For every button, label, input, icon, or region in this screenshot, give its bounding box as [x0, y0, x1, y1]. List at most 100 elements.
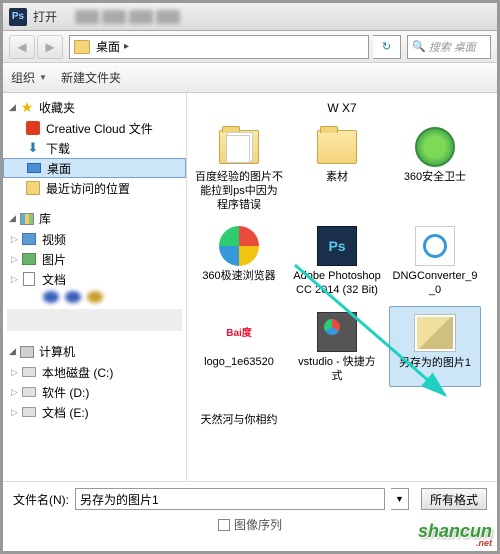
library-icon: [20, 213, 34, 225]
desktop-icon: [27, 163, 41, 173]
expand-icon: ▷: [11, 274, 21, 285]
sidebar-item-drive-e[interactable]: ▷ 文档 (E:): [3, 402, 186, 422]
app-icon: [219, 226, 259, 266]
app-icon: [415, 226, 455, 266]
search-icon: 🔍: [412, 40, 426, 53]
sidebar-item-label: 文档 (E:): [42, 404, 89, 421]
favorites-label: 收藏夹: [39, 99, 75, 116]
folder-icon: [219, 130, 259, 164]
sidebar-item-label: 最近访问的位置: [46, 180, 130, 197]
file-label: 百度经验的图片不能拉到ps中因为程序错误: [195, 171, 283, 212]
expand-icon: ▷: [11, 387, 21, 398]
expand-icon: ▷: [11, 367, 21, 378]
photoshop-icon: Ps: [9, 8, 27, 26]
forward-button[interactable]: ▶: [37, 35, 63, 59]
organize-button[interactable]: 组织 ▼: [11, 69, 47, 86]
sidebar-item-drive-d[interactable]: ▷ 软件 (D:): [3, 382, 186, 402]
computer-icon: [20, 346, 34, 358]
file-item[interactable]: 360极速浏览器: [193, 220, 285, 302]
sidebar-item-creative-cloud[interactable]: Creative Cloud 文件: [3, 118, 186, 138]
sequence-label: 图像序列: [234, 516, 282, 533]
sidebar-item-label: 视频: [42, 231, 66, 248]
creative-cloud-icon: [26, 121, 40, 135]
file-label: 另存为的图片1: [399, 357, 471, 371]
star-icon: ★: [19, 100, 35, 116]
collapse-icon: ◢: [9, 213, 19, 224]
app-icon: [317, 312, 357, 352]
sidebar-item-label: 图片: [42, 251, 66, 268]
filename-value: 另存为的图片1: [80, 491, 159, 508]
collapse-icon: ◢: [9, 346, 19, 357]
file-label: DNGConverter_9_0: [391, 270, 479, 298]
filter-dropdown[interactable]: 所有格式: [421, 488, 487, 510]
chevron-right-icon: ▸: [124, 41, 129, 52]
new-folder-label: 新建文件夹: [61, 69, 121, 86]
expand-icon: ▷: [11, 254, 21, 265]
sidebar-item-recent[interactable]: 最近访问的位置: [3, 178, 186, 198]
recent-icon: [26, 181, 40, 195]
blurred-region: [156, 10, 180, 24]
file-item[interactable]: DNGConverter_9_0: [389, 220, 481, 302]
blurred-region: [65, 291, 81, 303]
breadcrumb-location: 桌面: [96, 38, 120, 55]
file-label: logo_1e63520: [204, 356, 274, 370]
file-item-selected[interactable]: 另存为的图片1: [389, 306, 481, 388]
disk-icon: [22, 387, 36, 397]
chevron-down-icon: ▼: [39, 73, 47, 82]
sidebar-item-documents[interactable]: ▷ 文档: [3, 269, 186, 289]
disk-icon: [22, 367, 36, 377]
image-icon: Bai度: [217, 318, 261, 346]
sidebar-item-drive-c[interactable]: ▷ 本地磁盘 (C:): [3, 362, 186, 382]
sidebar-item-pictures[interactable]: ▷ 图片: [3, 249, 186, 269]
favorites-header[interactable]: ◢ ★ 收藏夹: [3, 97, 186, 118]
breadcrumb[interactable]: 桌面 ▸: [69, 35, 369, 59]
photoshop-icon: Ps: [317, 226, 357, 266]
toolbar: 组织 ▼ 新建文件夹: [3, 63, 497, 93]
sidebar: ◢ ★ 收藏夹 Creative Cloud 文件 ⬇ 下载 桌面: [3, 93, 187, 481]
file-label: Adobe Photoshop CC 2014 (32 Bit): [293, 270, 381, 298]
blurred-region: [7, 309, 182, 331]
sidebar-item-videos[interactable]: ▷ 视频: [3, 229, 186, 249]
sidebar-item-label: 软件 (D:): [42, 384, 89, 401]
folder-icon: [74, 40, 90, 54]
filename-input[interactable]: 另存为的图片1: [75, 488, 385, 510]
expand-icon: ▷: [11, 234, 21, 245]
filename-dropdown[interactable]: ▼: [391, 488, 409, 510]
sidebar-item-label: Creative Cloud 文件: [46, 120, 153, 137]
new-folder-button[interactable]: 新建文件夹: [61, 69, 121, 86]
file-item[interactable]: 天然河与你相约: [193, 391, 285, 451]
header-text: W X7: [193, 101, 491, 115]
file-item[interactable]: Ps Adobe Photoshop CC 2014 (32 Bit): [291, 220, 383, 302]
file-item[interactable]: 百度经验的图片不能拉到ps中因为程序错误: [193, 121, 285, 216]
file-item[interactable]: 360安全卫士: [389, 121, 481, 216]
file-label: 360极速浏览器: [202, 270, 275, 284]
document-icon: [23, 272, 35, 286]
refresh-button[interactable]: ↻: [373, 35, 401, 59]
blurred-region: [87, 291, 103, 303]
libraries-label: 库: [39, 210, 51, 227]
nav-bar: ◀ ▶ 桌面 ▸ ↻ 🔍 搜索 桌面: [3, 31, 497, 63]
expand-icon: ▷: [11, 407, 21, 418]
sequence-checkbox[interactable]: [218, 519, 230, 531]
search-placeholder: 搜索 桌面: [429, 39, 476, 55]
file-label: 素材: [326, 171, 348, 185]
back-button[interactable]: ◀: [9, 35, 35, 59]
filename-label: 文件名(N):: [13, 491, 69, 508]
sidebar-item-downloads[interactable]: ⬇ 下载: [3, 138, 186, 158]
file-item[interactable]: Bai度 logo_1e63520: [193, 306, 285, 388]
file-label: vstudio - 快捷方式: [293, 356, 381, 384]
sidebar-item-desktop[interactable]: 桌面: [3, 158, 186, 178]
app-icon: [415, 127, 455, 167]
sidebar-item-label: 本地磁盘 (C:): [42, 364, 113, 381]
libraries-header[interactable]: ◢ 库: [3, 208, 186, 229]
search-input[interactable]: 🔍 搜索 桌面: [407, 35, 491, 59]
collapse-icon: ◢: [9, 102, 19, 113]
file-label: 天然河与你相约: [201, 414, 278, 428]
computer-label: 计算机: [39, 343, 75, 360]
titlebar: Ps 打开: [3, 3, 497, 31]
file-item[interactable]: vstudio - 快捷方式: [291, 306, 383, 388]
computer-header[interactable]: ◢ 计算机: [3, 341, 186, 362]
video-icon: [22, 233, 36, 245]
file-item[interactable]: 素材: [291, 121, 383, 216]
blurred-region: [102, 10, 126, 24]
